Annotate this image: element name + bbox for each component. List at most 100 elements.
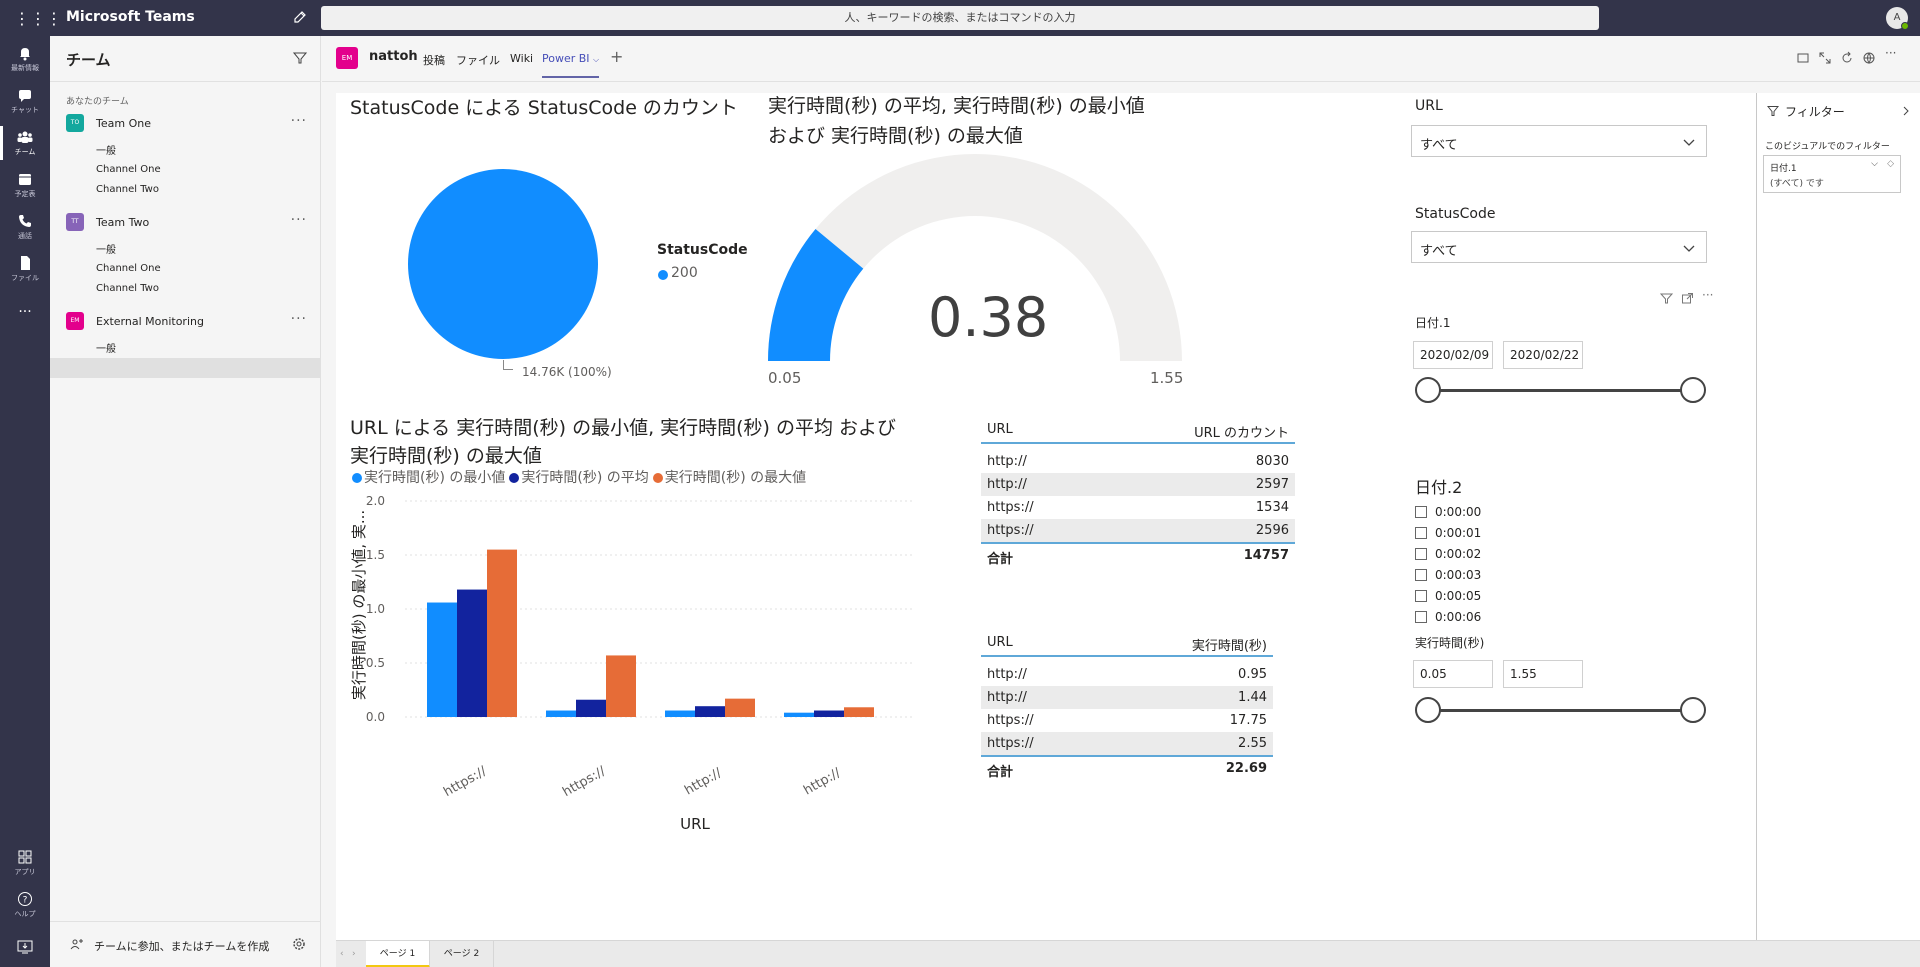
checkbox[interactable] (1415, 506, 1427, 518)
legend-item[interactable]: 実行時間(秒) の最大値 (665, 470, 806, 486)
rail-item-calls[interactable]: 通話 (0, 206, 50, 248)
more-options-icon[interactable]: ··· (291, 311, 307, 327)
table-row[interactable]: http:// 1.44 (981, 686, 1273, 709)
rail-item-more[interactable]: ... (0, 290, 50, 332)
checkbox-item[interactable]: 0:00:05 (1415, 589, 1481, 603)
bar[interactable] (784, 712, 814, 717)
chat-panel-icon[interactable] (1796, 51, 1810, 65)
new-chat-icon[interactable] (292, 9, 308, 25)
bar[interactable] (576, 699, 606, 717)
channel-item[interactable]: Channel Two (96, 184, 159, 195)
pie-chart[interactable] (400, 160, 620, 380)
url-slicer-dropdown[interactable]: すべて (1411, 125, 1707, 157)
checkbox[interactable] (1415, 590, 1427, 602)
team-item[interactable]: EM External Monitoring ··· (50, 309, 321, 333)
search-input[interactable]: 人、キーワードの検索、またはコマンドの入力 (321, 6, 1599, 30)
channel-item[interactable]: Channel One (96, 263, 161, 274)
legend-item[interactable]: 実行時間(秒) の最小値 (364, 470, 505, 486)
table-row[interactable]: https:// 2596 (981, 519, 1295, 542)
tab-files[interactable]: ファイル (456, 52, 500, 68)
bar[interactable] (606, 655, 636, 717)
gear-icon[interactable] (291, 936, 307, 952)
table-row[interactable]: http:// 8030 (981, 450, 1295, 473)
channel-item-selected[interactable] (50, 358, 321, 378)
exec-to-input[interactable]: 1.55 (1503, 660, 1583, 688)
checkbox[interactable] (1415, 527, 1427, 539)
channel-item[interactable]: Channel One (96, 164, 161, 175)
bar[interactable] (725, 698, 755, 717)
chevron-right-icon[interactable] (1900, 105, 1912, 117)
app-launcher-icon[interactable]: ⋮⋮⋮ (14, 8, 62, 30)
channel-item[interactable]: 一般 (96, 241, 116, 256)
rail-item-chat[interactable]: チャット (0, 80, 50, 122)
rail-item-teams[interactable]: チーム (0, 122, 50, 164)
prev-page-icon[interactable]: ‹ (340, 949, 344, 959)
table-row[interactable]: https:// 1534 (981, 496, 1295, 519)
rail-item-activity[interactable]: 最新情報 (0, 38, 50, 80)
more-options-icon[interactable]: ··· (1702, 288, 1713, 302)
rail-item-download[interactable] (0, 932, 50, 964)
rail-item-apps[interactable]: アプリ (0, 842, 50, 884)
checkbox[interactable] (1415, 548, 1427, 560)
exec-slider-start-handle[interactable] (1415, 697, 1441, 723)
add-tab-icon[interactable]: + (610, 47, 623, 66)
checkbox[interactable] (1415, 611, 1427, 623)
status-slicer-dropdown[interactable]: すべて (1411, 231, 1707, 263)
header-cell[interactable]: URL (987, 422, 1013, 437)
checkbox-item[interactable]: 0:00:01 (1415, 526, 1481, 540)
checkbox[interactable] (1415, 569, 1427, 581)
channel-item[interactable]: 一般 (96, 142, 116, 157)
filter-icon[interactable] (1660, 292, 1673, 305)
join-create-team-link[interactable]: チームに参加、またはチームを作成 (94, 938, 269, 954)
date-slider-start-handle[interactable] (1415, 377, 1441, 403)
header-cell[interactable]: URL のカウント (1194, 422, 1289, 441)
checkbox-item[interactable]: 0:00:03 (1415, 568, 1481, 582)
next-page-icon[interactable]: › (352, 949, 356, 959)
user-avatar[interactable]: A (1886, 7, 1909, 30)
checkbox-item[interactable]: 0:00:06 (1415, 610, 1481, 623)
bar[interactable] (427, 602, 457, 717)
table-row[interactable]: http:// 0.95 (981, 663, 1273, 686)
table-row[interactable]: https:// 2.55 (981, 732, 1273, 755)
more-options-icon[interactable]: ··· (291, 113, 307, 129)
channel-item[interactable]: 一般 (96, 340, 116, 355)
bar[interactable] (487, 549, 517, 717)
filter-icon[interactable] (293, 51, 307, 65)
legend-item[interactable]: 実行時間(秒) の平均 (521, 470, 648, 486)
page-tab-1[interactable]: ページ 1 (366, 941, 430, 967)
bar[interactable] (457, 589, 487, 717)
header-cell[interactable]: 実行時間(秒) (1192, 635, 1267, 654)
bar-chart[interactable]: 0.0 0.5 1.0 1.5 2.0 https:// https:// http:// ht… (345, 490, 975, 840)
page-tab-2[interactable]: ページ 2 (430, 941, 494, 967)
globe-icon[interactable] (1862, 51, 1876, 65)
pie-slice-200[interactable] (408, 169, 598, 359)
focus-mode-icon[interactable] (1681, 292, 1694, 305)
tab-posts[interactable]: 投稿 (423, 52, 445, 68)
url-count-table[interactable]: URL URL のカウント http:// 8030 http:// 2597 ht… (981, 414, 1295, 572)
more-options-icon[interactable]: ··· (291, 212, 307, 228)
clear-filter-icon[interactable]: ◇ (1887, 159, 1894, 169)
refresh-icon[interactable] (1840, 51, 1854, 65)
team-item[interactable]: TO Team One ··· (50, 111, 321, 135)
pie-legend-item[interactable]: 200 (671, 265, 698, 281)
bar[interactable] (546, 710, 576, 717)
chevron-down-icon[interactable]: ⌵ (1871, 159, 1878, 169)
bar[interactable] (814, 710, 844, 717)
header-cell[interactable]: URL (987, 635, 1013, 650)
expand-icon[interactable] (1818, 51, 1832, 65)
rail-item-files[interactable]: ファイル (0, 248, 50, 290)
more-icon[interactable]: ··· (1885, 46, 1899, 60)
checkbox-item[interactable]: 0:00:02 (1415, 547, 1481, 561)
date-to-input[interactable]: 2020/02/22 (1503, 341, 1583, 369)
date2-list[interactable]: 0:00:00 0:00:01 0:00:02 0:00:03 0:00:05 … (1410, 500, 1710, 623)
exec-from-input[interactable]: 0.05 (1413, 660, 1493, 688)
team-item[interactable]: TT Team Two ··· (50, 210, 321, 234)
table-row[interactable]: http:// 2597 (981, 473, 1295, 496)
bar[interactable] (665, 710, 695, 717)
date-from-input[interactable]: 2020/02/09 (1413, 341, 1493, 369)
rail-item-calendar[interactable]: 予定表 (0, 164, 50, 206)
tab-wiki[interactable]: Wiki (510, 52, 533, 65)
bar[interactable] (844, 707, 874, 717)
table-row[interactable]: https:// 17.75 (981, 709, 1273, 732)
exec-slider-end-handle[interactable] (1680, 697, 1706, 723)
